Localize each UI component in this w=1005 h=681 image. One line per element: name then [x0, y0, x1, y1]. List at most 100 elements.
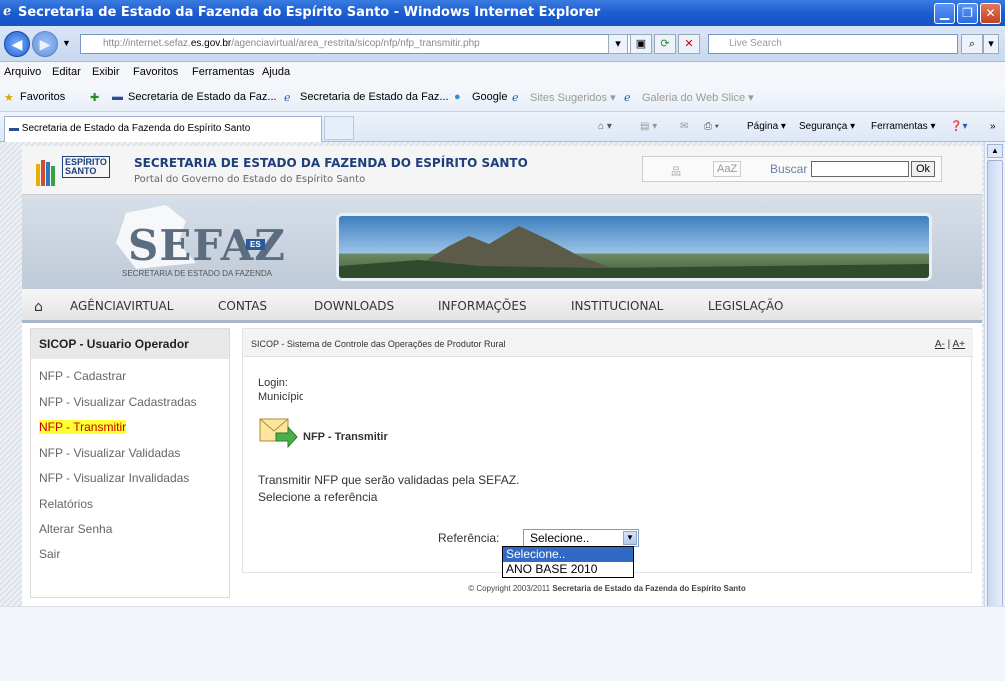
print-icon[interactable]: ⎙ ▾ — [704, 121, 719, 132]
page-icon: ℯ — [624, 92, 631, 104]
font-smaller-link[interactable]: A- — [935, 339, 945, 350]
vertical-scrollbar[interactable]: ▲ — [984, 142, 1005, 640]
sidebar-item-sair[interactable]: Sair — [39, 547, 60, 561]
dropdown-option[interactable]: ANO BASE 2010 — [503, 562, 633, 577]
flag-icon: ▬ — [9, 123, 19, 134]
site-subtitle: Portal do Governo do Estado do Espírito … — [134, 174, 366, 185]
sidebar-item-visualizar-cadastradas[interactable]: NFP - Visualizar Cadastradas — [39, 395, 197, 409]
stop-icon[interactable]: ✕ — [678, 34, 700, 54]
menu-ferramentas[interactable]: Ferramentas — [192, 66, 254, 78]
security-menu[interactable]: Segurança ▾ — [799, 121, 855, 132]
referencia-select[interactable]: Selecione.. ▼ — [523, 529, 639, 547]
sidebar-item-relatorios[interactable]: Relatórios — [39, 497, 93, 511]
mail-icon[interactable]: ✉ — [680, 121, 688, 132]
back-button[interactable]: ◀ — [4, 31, 30, 57]
chevron-more-icon[interactable]: » — [990, 121, 996, 132]
sidebar-item-cadastrar[interactable]: NFP - Cadastrar — [39, 369, 126, 383]
sidebar-item-transmitir[interactable]: NFP - Transmitir — [39, 420, 127, 434]
nav-downloads[interactable]: DOWNLOADS — [314, 299, 394, 313]
scroll-up-icon[interactable]: ▲ — [987, 144, 1003, 158]
banner-photo — [336, 213, 932, 281]
es-badge: ES — [246, 239, 265, 250]
sitemap-icon[interactable]: 品 — [671, 163, 681, 178]
page-menu[interactable]: Página ▾ — [747, 121, 786, 132]
menu-favoritos[interactable]: Favoritos — [133, 66, 178, 78]
description-line-1: Transmitir NFP que serão validadas pela … — [258, 473, 520, 487]
envelope-arrow-icon — [259, 418, 298, 449]
search-options-icon[interactable]: ▾ — [983, 34, 999, 54]
fav-link-2[interactable]: Secretaria de Estado da Faz... — [300, 91, 449, 103]
site-search-input[interactable] — [811, 161, 909, 177]
site-title: SECRETARIA DE ESTADO DA FAZENDA DO ESPÍR… — [134, 156, 528, 170]
description-line-2: Selecione a referência — [258, 490, 378, 504]
favorites-star-icon: ★ — [4, 92, 14, 104]
search-icon[interactable]: ⌕ — [961, 34, 983, 54]
minimize-button[interactable]: ▁ — [934, 3, 955, 24]
nav-legislacao[interactable]: LEGISLAÇÃO — [708, 299, 784, 313]
nav-informacoes[interactable]: INFORMAÇÕES — [438, 299, 527, 313]
help-icon[interactable]: ❓▾ — [950, 121, 967, 132]
municipio-label: Município: — [258, 391, 309, 403]
nav-contas[interactable]: CONTAS — [218, 299, 267, 313]
breadcrumb: SICOP - Sistema de Controle das Operaçõe… — [243, 329, 973, 357]
es-logo[interactable]: ESPÍRITO SANTO — [34, 154, 112, 188]
font-larger-link[interactable]: A+ — [952, 339, 965, 350]
compatibility-icon[interactable]: ▣ — [630, 34, 652, 54]
footer-copyright: © Copyright 2003/2011 Secretaria de Esta… — [468, 584, 746, 593]
fav-galeria[interactable]: Galeria do Web Slice ▾ — [642, 91, 754, 104]
scroll-thumb[interactable] — [987, 160, 1003, 640]
page-icon: ℯ — [512, 92, 519, 104]
window-title-bar: ℯ Secretaria de Estado da Fazenda do Esp… — [0, 0, 1005, 26]
favorites-bar: ★ Favoritos ✚ ▬ Secretaria de Estado da … — [0, 84, 1005, 112]
page-icon: ℯ — [284, 92, 291, 104]
add-favorite-icon[interactable]: ✚ — [90, 91, 99, 104]
fav-sites-sugeridos[interactable]: Sites Sugeridos ▾ — [530, 91, 616, 104]
redacted-area — [303, 373, 493, 407]
site-header: ESPÍRITO SANTO SECRETARIA DE ESTADO DA F… — [22, 146, 982, 194]
es-logo-text: ESPÍRITO SANTO — [62, 156, 110, 178]
chevron-down-icon[interactable]: ▼ — [623, 531, 637, 545]
referencia-dropdown-list: Selecione.. ANO BASE 2010 — [502, 546, 634, 578]
sidebar-item-visualizar-validadas[interactable]: NFP - Visualizar Validadas — [39, 446, 180, 460]
menu-editar[interactable]: Editar — [52, 66, 81, 78]
address-input[interactable]: http://internet.sefaz.es.gov.br/agenciav… — [80, 34, 650, 54]
menu-exibir[interactable]: Exibir — [92, 66, 120, 78]
status-area — [0, 606, 1005, 681]
home-icon[interactable]: ⌂ — [34, 299, 43, 315]
menu-ajuda[interactable]: Ajuda — [262, 66, 290, 78]
menu-arquivo[interactable]: Arquivo — [4, 66, 41, 78]
fav-google[interactable]: Google — [472, 91, 507, 103]
favorites-button[interactable]: Favoritos — [20, 91, 65, 103]
dropdown-option[interactable]: Selecione.. — [503, 547, 633, 562]
address-toolbar: ◀ ▶ ▼ http://internet.sefaz.es.gov.br/ag… — [0, 26, 1005, 62]
tools-menu[interactable]: Ferramentas ▾ — [871, 121, 935, 132]
google-icon: ● — [454, 91, 461, 103]
tab-title: Secretaria de Estado da Fazenda do Espír… — [21, 123, 251, 134]
refresh-icon[interactable]: ⟳ — [654, 34, 676, 54]
new-tab-button[interactable] — [324, 116, 354, 140]
sefaz-subtitle: SECRETARIA DE ESTADO DA FAZENDA — [122, 269, 272, 278]
address-dropdown-icon[interactable]: ▾ — [608, 34, 628, 54]
feeds-icon[interactable]: ▤ ▾ — [640, 121, 657, 132]
header-tools: 品 AaZ Buscar Ok — [642, 156, 942, 182]
font-size-button[interactable]: AaZ — [713, 161, 742, 177]
login-label: Login: — [258, 377, 288, 389]
maximize-button[interactable]: ❐ — [957, 3, 978, 24]
browser-tab[interactable]: ▬ Secretaria de Estado da Fazenda do Esp… — [4, 116, 322, 142]
fav-link-1[interactable]: Secretaria de Estado da Faz... — [128, 91, 277, 103]
history-dropdown-icon[interactable]: ▼ — [62, 38, 71, 48]
tab-row: ▬ Secretaria de Estado da Fazenda do Esp… — [0, 112, 1005, 142]
nav-institucional[interactable]: INSTITUCIONAL — [571, 299, 663, 313]
es-emblem-icon — [36, 160, 55, 186]
sidebar-item-visualizar-invalidadas[interactable]: NFP - Visualizar Invalidadas — [39, 471, 189, 485]
sidebar-header: SICOP - Usuario Operador — [31, 329, 229, 359]
sidebar-item-alterar-senha[interactable]: Alterar Senha — [39, 522, 112, 536]
home-icon[interactable]: ⌂ ▾ — [598, 121, 612, 132]
forward-button[interactable]: ▶ — [32, 31, 58, 57]
select-value: Selecione.. — [530, 531, 590, 545]
search-ok-button[interactable]: Ok — [911, 161, 935, 177]
nav-agencia[interactable]: AGÊNCIAVIRTUAL — [70, 299, 173, 313]
close-button[interactable]: ✕ — [980, 3, 1001, 24]
search-input[interactable]: Live Search — [708, 34, 958, 54]
flag-icon: ▬ — [112, 91, 123, 103]
